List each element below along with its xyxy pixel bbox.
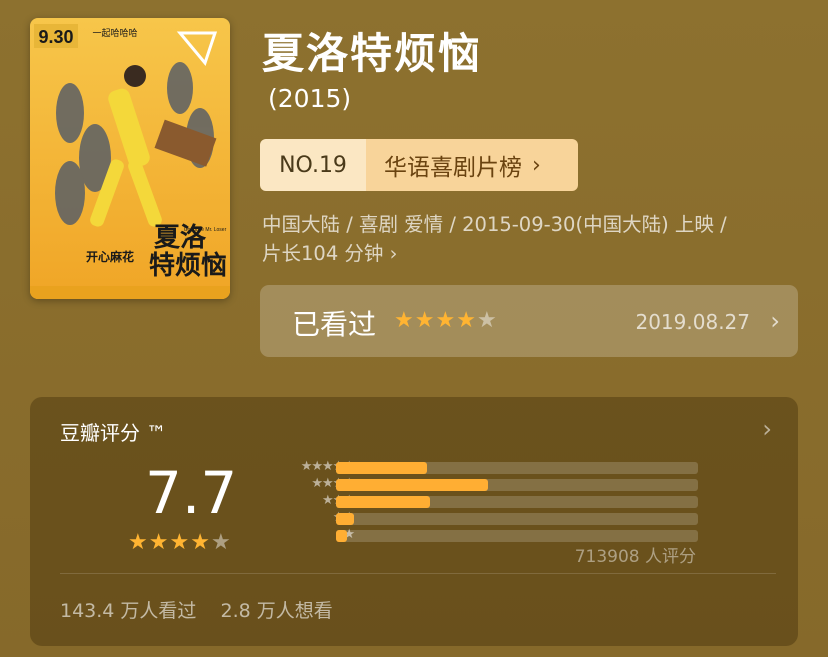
distribution-bar xyxy=(336,496,431,508)
douban-rating-card: 豆瓣评分 ™ › 7.7 ★★★★★ ★★★★★★★★★★★★★★★ 71390… xyxy=(30,397,798,646)
movie-detail-page: 9.30 一起哈哈哈 夏洛 开心麻花 特烦恼 Goodbye Mr. Loser… xyxy=(0,0,828,657)
poster-date: 9.30 xyxy=(38,27,73,47)
distribution-row: ★★★ xyxy=(256,494,726,511)
movie-year: (2015) xyxy=(268,84,352,113)
distribution-row: ★★★★★ xyxy=(256,460,726,477)
star-filled-icon: ★ xyxy=(414,308,436,333)
rating-header: 豆瓣评分 ™ xyxy=(60,421,167,445)
distribution-track xyxy=(336,462,698,474)
poster-english: Goodbye Mr. Loser xyxy=(184,227,227,233)
audience-stats: 143.4 万人看过 2.8 万人想看 xyxy=(60,596,333,623)
star-filled-icon: ★ xyxy=(394,308,415,333)
watched-date: 2019.08.27 xyxy=(635,310,750,334)
rank-list-link[interactable]: 华语喜剧片榜 › xyxy=(366,139,578,191)
star-filled-icon: ★ xyxy=(435,308,457,333)
meta-runtime: 片长104 分钟 xyxy=(262,242,384,265)
movie-meta[interactable]: 中国大陆 / 喜剧 爱情 / 2015-09-30(中国大陆) 上映 / 片长1… xyxy=(262,210,802,268)
user-rating-stars: ★★★★★ xyxy=(394,308,498,333)
star-empty-icon: ★ xyxy=(476,308,498,333)
distribution-bar xyxy=(336,530,347,542)
poster-title-line2: 特烦恼 xyxy=(149,250,227,281)
watched-count[interactable]: 143.4 万人看过 xyxy=(60,600,196,622)
divider xyxy=(60,573,776,574)
star-filled-icon: ★ xyxy=(190,530,211,555)
rank-number: NO.19 xyxy=(260,139,366,191)
distribution-track xyxy=(336,496,698,508)
rank-list-name: 华语喜剧片榜 xyxy=(384,155,522,181)
distribution-bar xyxy=(336,513,355,525)
poster-tagline: 一起哈哈哈 xyxy=(92,27,137,39)
movie-title: 夏洛特烦恼 xyxy=(262,29,483,78)
distribution-track xyxy=(336,479,698,491)
poster-subtitle: 开心麻花 xyxy=(86,249,134,264)
chevron-right-icon: › xyxy=(770,307,780,335)
distribution-bar xyxy=(336,462,427,474)
distribution-track xyxy=(336,513,698,525)
watched-label: 已看过 xyxy=(292,308,377,341)
chevron-right-icon: › xyxy=(532,152,541,178)
meta-line-2: 片长104 分钟 › xyxy=(262,239,802,268)
star-filled-icon: ★ xyxy=(128,530,149,555)
star-empty-icon: ★ xyxy=(210,530,232,555)
watched-card[interactable]: 已看过 ★★★★★ 2019.08.27 › xyxy=(260,285,798,357)
meta-line-1: 中国大陆 / 喜剧 爱情 / 2015-09-30(中国大陆) 上映 / xyxy=(262,213,727,236)
rating-distribution: ★★★★★★★★★★★★★★★ xyxy=(256,460,726,545)
distribution-row: ★★★★ xyxy=(256,477,726,494)
distribution-track xyxy=(336,530,698,542)
rating-score-stars: ★★★★★ xyxy=(128,530,232,555)
star-filled-icon: ★ xyxy=(169,530,191,555)
rating-count: 713908 人评分 xyxy=(574,547,696,567)
rank-badge[interactable]: NO.19 华语喜剧片榜 › xyxy=(260,139,578,191)
movie-poster[interactable]: 9.30 一起哈哈哈 夏洛 开心麻花 特烦恼 Goodbye Mr. Loser xyxy=(30,18,230,299)
star-filled-icon: ★ xyxy=(456,308,477,333)
want-count[interactable]: 2.8 万人想看 xyxy=(220,600,332,622)
chevron-right-icon[interactable]: › xyxy=(762,415,772,443)
rating-score: 7.7 xyxy=(145,459,238,527)
chevron-right-icon: › xyxy=(389,242,398,265)
distribution-bar xyxy=(336,479,489,491)
distribution-row: ★★ xyxy=(256,511,726,528)
star-filled-icon: ★ xyxy=(148,530,170,555)
